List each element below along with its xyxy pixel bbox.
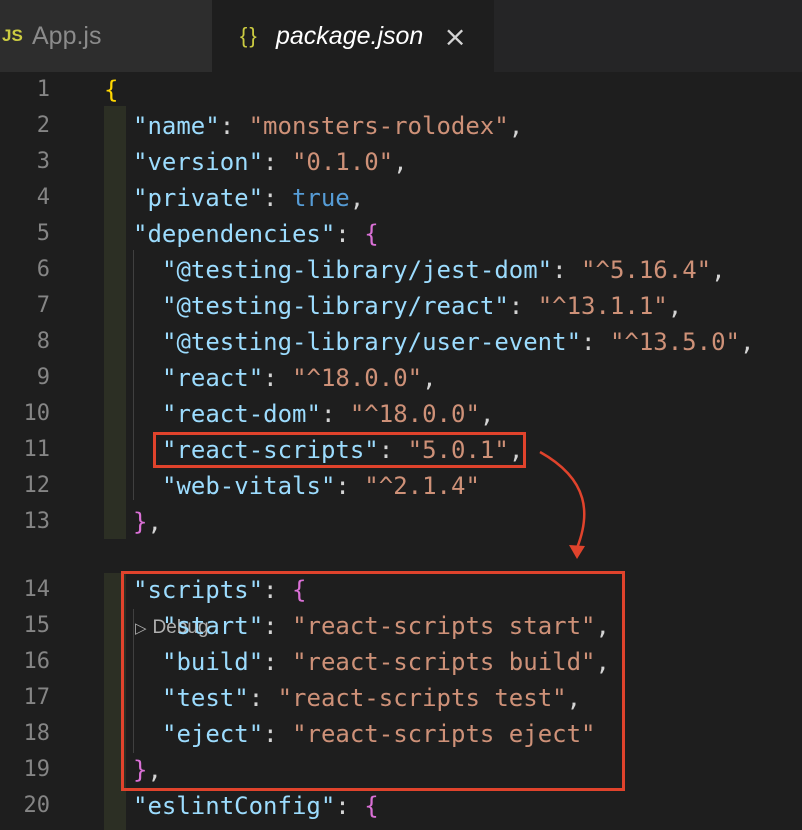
arrow-curve	[539, 450, 586, 549]
arrow-head	[569, 545, 585, 559]
annotation-arrow	[539, 450, 586, 559]
